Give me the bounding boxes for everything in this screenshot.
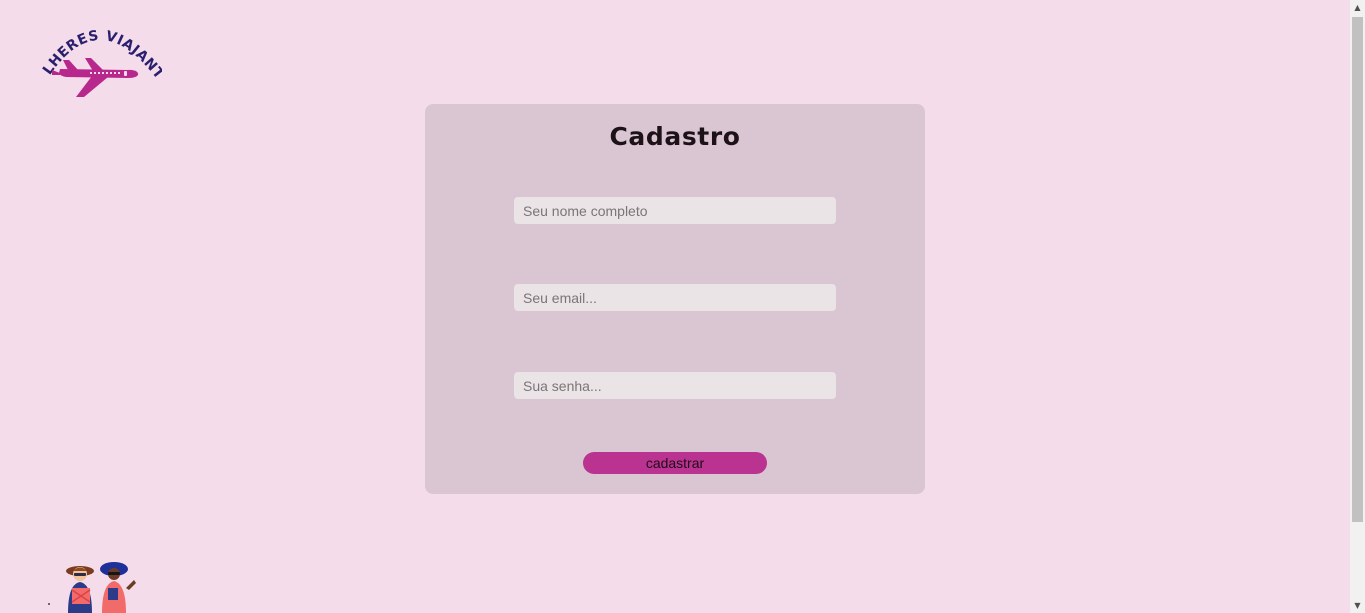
travelers-illustration <box>44 558 148 613</box>
logo-graphic: MULHERES VIAJANTES <box>40 20 162 97</box>
scrollbar-thumb[interactable] <box>1352 17 1363 522</box>
airplane-icon <box>52 58 139 97</box>
signup-card: Cadastro cadastrar <box>425 104 925 494</box>
email-input[interactable] <box>514 284 836 311</box>
traveler-left-graphic <box>66 566 94 613</box>
traveler-right-graphic <box>100 562 136 613</box>
brand-logo[interactable]: MULHERES VIAJANTES MULHERES VIAJANTES <box>40 20 162 102</box>
submit-button[interactable]: cadastrar <box>583 452 767 474</box>
chevron-up-icon[interactable]: ▲ <box>1350 0 1365 15</box>
full-name-input[interactable] <box>514 197 836 224</box>
page: MULHERES VIAJANTES MULHERES VIAJANTES <box>0 0 1365 613</box>
vertical-scrollbar[interactable]: ▲ ▼ <box>1350 0 1365 613</box>
page-title: Cadastro <box>609 122 741 151</box>
password-input[interactable] <box>514 372 836 399</box>
title-wrapper: Cadastro <box>425 121 925 153</box>
chevron-down-icon[interactable]: ▼ <box>1350 598 1365 613</box>
